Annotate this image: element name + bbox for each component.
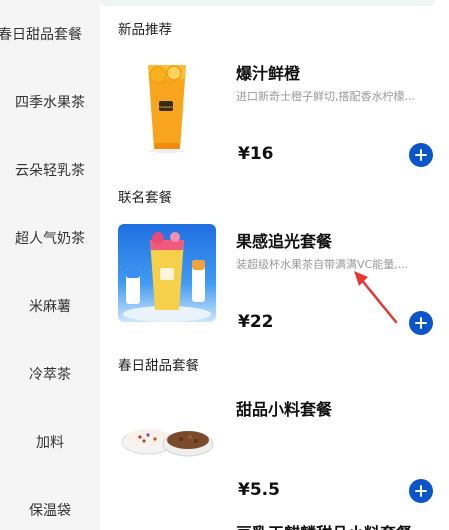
product-price: ¥22	[238, 312, 274, 332]
orange-juice-cup-icon: Chabaidao	[148, 65, 186, 153]
plus-icon	[415, 149, 427, 161]
sidebar-item-label: 保温袋	[29, 503, 71, 519]
add-to-cart-button[interactable]	[409, 143, 433, 167]
sidebar-item-label: 春日甜品套餐	[0, 27, 82, 43]
sidebar-item-cloud-milk-tea[interactable]: 云朵轻乳茶	[0, 150, 100, 190]
plus-icon	[415, 485, 427, 497]
add-to-cart-button[interactable]	[409, 311, 433, 335]
sidebar-item-mochi[interactable]: 米麻薯	[0, 286, 100, 326]
section-title-collab-sets: 联名套餐	[118, 190, 172, 206]
sidebar-item-cold-brew-tea[interactable]: 冷萃茶	[0, 354, 100, 394]
section-title-new-arrivals: 新品推荐	[118, 22, 172, 38]
section-title-spring-dessert-set: 春日甜品套餐	[118, 358, 199, 374]
sidebar-item-label: 四季水果茶	[15, 95, 85, 111]
category-sidebar: 春日甜品套餐 四季水果茶 云朵轻乳茶 超人气奶茶 米麻薯 冷萃茶 加料 保温袋	[0, 0, 100, 530]
sidebar-item-label: 冷萃茶	[29, 367, 71, 383]
plus-icon	[415, 317, 427, 329]
sidebar-item-label: 超人气奶茶	[15, 231, 85, 247]
fruit-tea-set-icon	[123, 232, 211, 322]
product-name[interactable]: 豆乳玉麒麟甜品小料套餐	[236, 520, 412, 530]
sidebar-item-popular-milk-tea[interactable]: 超人气奶茶	[0, 218, 100, 258]
svg-text:Chabaidao: Chabaidao	[158, 105, 174, 109]
product-price: ¥5.5	[238, 480, 280, 500]
sidebar-item-spring-dessert-set[interactable]: 春日甜品套餐	[0, 14, 98, 54]
product-image-orange-juice[interactable]: Chabaidao	[118, 55, 216, 153]
sidebar-item-label: 加料	[36, 435, 64, 451]
add-to-cart-button[interactable]	[409, 479, 433, 503]
sidebar-item-label: 云朵轻乳茶	[15, 163, 85, 179]
sidebar-item-thermal-bag[interactable]: 保温袋	[0, 490, 100, 530]
sidebar-item-toppings[interactable]: 加料	[0, 422, 100, 462]
product-price: ¥16	[238, 144, 274, 164]
product-image-dessert-toppings-set[interactable]	[118, 392, 216, 490]
product-name[interactable]: 甜品小料套餐	[236, 396, 332, 420]
product-name[interactable]: 爆汁鲜橙	[236, 60, 300, 84]
product-image-fruit-sunlight-set[interactable]	[118, 224, 216, 322]
top-banner-edge	[100, 0, 435, 6]
sidebar-item-seasonal-fruit-tea[interactable]: 四季水果茶	[0, 82, 100, 122]
dessert-bowls-icon	[121, 429, 214, 457]
sidebar-item-label: 米麻薯	[29, 299, 71, 315]
product-description: 进口新奇士橙子鲜切,搭配香水柠檬...	[236, 90, 415, 103]
product-description: 装超级杯水果茶自带满满VC能量,...	[236, 258, 409, 271]
product-name[interactable]: 果感追光套餐	[236, 228, 332, 252]
